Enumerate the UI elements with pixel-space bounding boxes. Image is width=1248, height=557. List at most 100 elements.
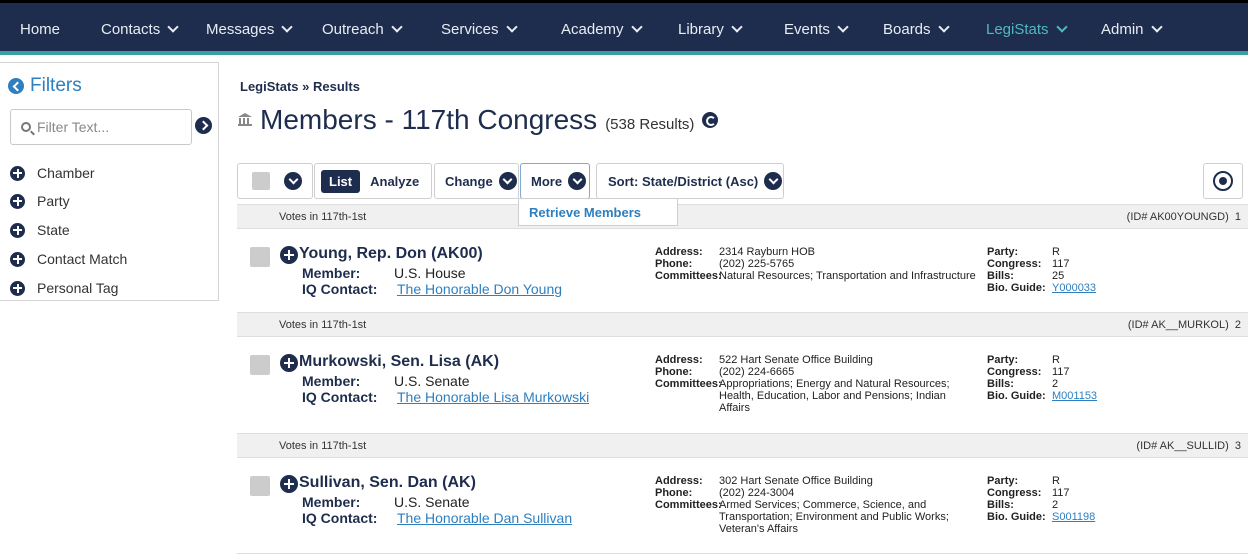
filter-text-input[interactable]: Filter Text...	[10, 109, 192, 145]
chevron-down-icon	[937, 20, 950, 33]
nav-academy[interactable]: Academy	[561, 17, 643, 41]
bank-icon	[238, 113, 252, 127]
sort-button[interactable]: Sort: State/District (Asc)	[596, 163, 784, 199]
filter-party[interactable]: Party	[10, 191, 70, 211]
member-name[interactable]: Sullivan, Sen. Dan (AK)	[299, 474, 476, 492]
address-value: 2314 Rayburn HOB	[719, 246, 815, 258]
address-value: 522 Hart Senate Office Building	[719, 354, 873, 366]
committees-label: Committees:	[655, 499, 722, 511]
nav-outreach[interactable]: Outreach	[322, 17, 403, 41]
chevron-down-icon	[1055, 20, 1068, 33]
record-details: Address: 522 Hart Senate Office Building …	[655, 354, 979, 414]
nav-label: Contacts	[101, 20, 161, 38]
nav-events[interactable]: Events	[784, 17, 849, 41]
change-button[interactable]: Change	[434, 163, 519, 199]
nav-label: Boards	[883, 20, 931, 38]
nav-home[interactable]: Home	[20, 17, 60, 41]
member-name[interactable]: Young, Rep. Don (AK00)	[299, 245, 483, 263]
list-button[interactable]: List	[321, 169, 361, 193]
search-icon	[21, 122, 31, 132]
phone-value: (202) 224-6665	[719, 366, 795, 378]
collapse-left-icon	[8, 78, 24, 94]
nav-library[interactable]: Library	[678, 17, 743, 41]
party-value: R	[1052, 354, 1060, 366]
committees-label: Committees:	[655, 378, 722, 390]
retrieve-members-item[interactable]: Retrieve Members	[529, 205, 641, 220]
more-dropdown: Retrieve Members	[518, 198, 678, 226]
votes-label[interactable]: Votes in 117th-1st	[279, 211, 366, 223]
record-checkbox[interactable]	[250, 476, 270, 496]
votes-label[interactable]: Votes in 117th-1st	[279, 319, 366, 331]
view-group: List Analyze	[314, 163, 432, 199]
nav-label: Library	[678, 20, 724, 38]
contact-label: IQ Contact:	[302, 510, 378, 526]
chevron-down-icon[interactable]	[284, 172, 302, 190]
phone-label: Phone:	[655, 487, 693, 499]
analyze-button[interactable]: Analyze	[370, 174, 419, 189]
filter-label: State	[37, 222, 70, 238]
iq-contact-link[interactable]: The Honorable Dan Sullivan	[397, 510, 572, 526]
select-all-checkbox[interactable]	[252, 172, 270, 190]
breadcrumb[interactable]: LegiStats » Results	[240, 79, 360, 94]
filter-go-button[interactable]	[195, 117, 212, 134]
record-details: Address: 2314 Rayburn HOB Phone: (202) 225…	[655, 246, 979, 282]
filter-label: Personal Tag	[37, 280, 119, 296]
congress-value: 117	[1052, 487, 1070, 499]
record-index: 1	[1234, 211, 1241, 223]
nav-boards[interactable]: Boards	[883, 17, 950, 41]
record-index: 2	[1234, 319, 1241, 331]
nav-label: Academy	[561, 20, 624, 38]
votes-label[interactable]: Votes in 117th-1st	[279, 440, 366, 452]
bio-guide-link[interactable]: Y000033	[1052, 282, 1096, 294]
nav-services[interactable]: Services	[441, 17, 518, 41]
filter-contact-match[interactable]: Contact Match	[10, 249, 127, 269]
chevron-down-icon	[167, 20, 179, 33]
chevron-down-icon	[498, 172, 517, 190]
filters-toggle[interactable]: Filters	[8, 75, 82, 97]
refresh-icon[interactable]	[702, 112, 719, 128]
change-label: Change	[445, 173, 493, 189]
nav-label: LegiStats	[986, 20, 1049, 38]
expand-plus-icon[interactable]	[280, 246, 298, 264]
bills-label: Bills:	[987, 378, 1014, 390]
committees-value: Natural Resources; Transportation and In…	[719, 270, 976, 282]
record-id: (ID# AK__SULLID)	[1136, 440, 1229, 452]
nav-admin[interactable]: Admin	[1101, 17, 1163, 41]
filter-label: Party	[37, 193, 70, 209]
record-checkbox[interactable]	[250, 355, 270, 375]
filter-personal-tag[interactable]: Personal Tag	[10, 278, 118, 298]
expand-plus-icon[interactable]	[280, 354, 298, 372]
more-button[interactable]: More	[520, 163, 590, 199]
nav-contacts[interactable]: Contacts	[101, 17, 179, 41]
plus-icon	[10, 251, 25, 267]
nav-label: Home	[20, 20, 61, 38]
bio-guide-link[interactable]: M001153	[1052, 390, 1097, 402]
bio-guide-link[interactable]: S001198	[1052, 511, 1095, 523]
phone-value: (202) 224-3004	[719, 487, 795, 499]
contact-label: IQ Contact:	[302, 389, 378, 405]
expand-plus-icon[interactable]	[280, 475, 298, 493]
record-meta: Party: R Congress: 117 Bills: 2 Bio. Guide:…	[987, 354, 1097, 402]
record-details: Address: 302 Hart Senate Office Building …	[655, 475, 979, 535]
filter-chamber[interactable]: Chamber	[10, 163, 95, 183]
iq-contact-link[interactable]: The Honorable Don Young	[397, 281, 562, 297]
nav-label: Messages	[206, 20, 275, 38]
member-value: U.S. Senate	[394, 373, 470, 389]
record-checkbox[interactable]	[250, 247, 270, 267]
chevron-down-icon	[630, 20, 643, 33]
filter-state[interactable]: State	[10, 220, 70, 240]
record-id: (ID# AK00YOUNGD)	[1126, 211, 1229, 223]
sort-label: Sort: State/District (Asc)	[608, 173, 759, 189]
chevron-down-icon	[764, 172, 783, 190]
congress-value: 117	[1052, 366, 1070, 378]
member-value: U.S. Senate	[394, 494, 470, 510]
nav-messages[interactable]: Messages	[206, 17, 294, 41]
nav-legistats[interactable]: LegiStats	[986, 17, 1068, 41]
select-all-group	[237, 163, 313, 199]
top-nav: Home Contacts Messages Outreach Services…	[0, 0, 1248, 55]
bills-label: Bills:	[987, 270, 1014, 282]
iq-contact-link[interactable]: The Honorable Lisa Murkowski	[397, 389, 589, 405]
member-name[interactable]: Murkowski, Sen. Lisa (AK)	[299, 353, 499, 371]
bills-value: 25	[1052, 270, 1065, 282]
phone-label: Phone:	[655, 258, 693, 270]
